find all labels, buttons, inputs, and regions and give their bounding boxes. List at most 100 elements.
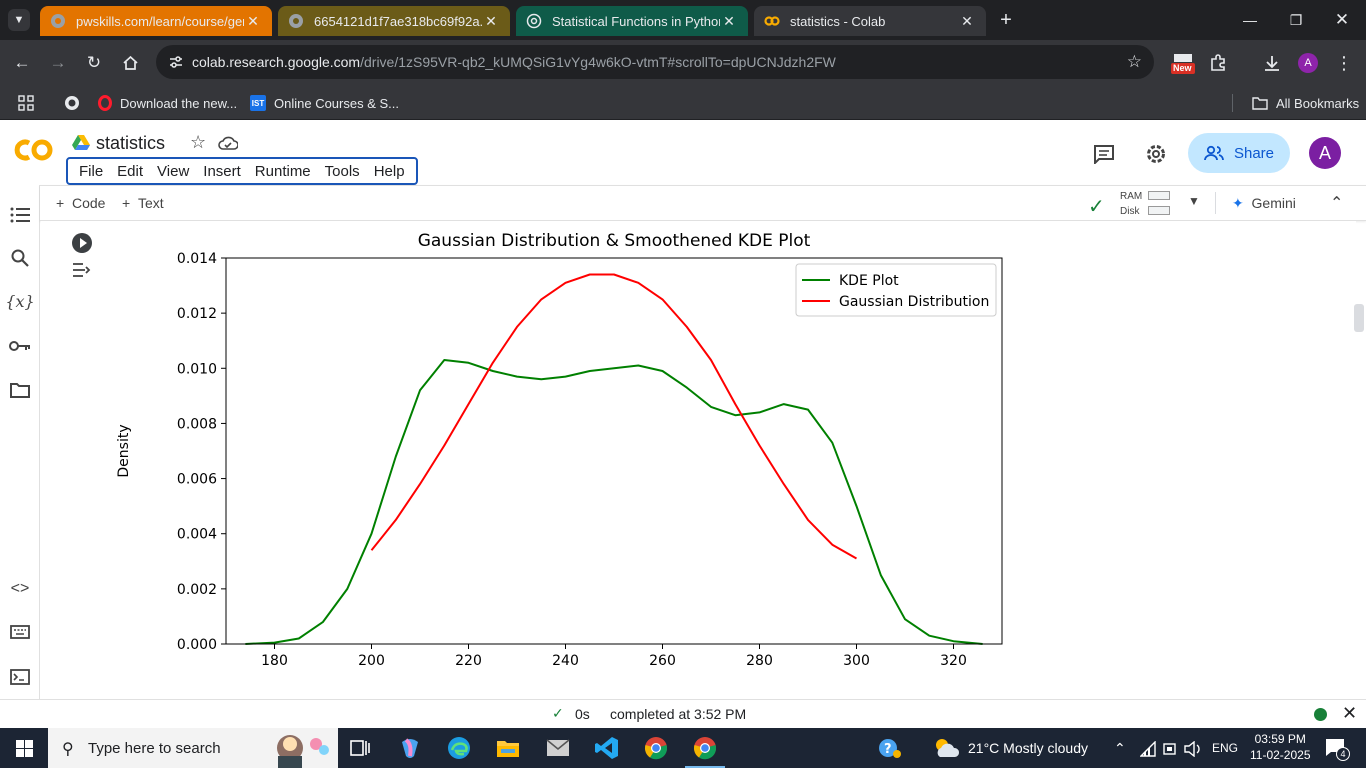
close-tab-icon[interactable]: ✕ (482, 13, 500, 30)
menu-file[interactable]: File (72, 163, 110, 180)
output-options-icon[interactable] (71, 261, 93, 279)
run-cell-button[interactable] (72, 233, 92, 253)
colab-header: statistics ☆ File Edit View Insert Runti… (0, 121, 1366, 185)
volume-icon[interactable] (1184, 741, 1202, 757)
ist-logo-icon: IST (250, 95, 266, 111)
execution-status[interactable]: completed at 3:52 PM (610, 706, 746, 722)
back-button[interactable]: ← (10, 51, 34, 75)
chrome-active-taskbar-button[interactable] (685, 734, 725, 768)
clock-date: 11-02-2025 (1250, 748, 1311, 762)
svg-text:?: ? (884, 742, 892, 757)
weather-tray-button[interactable] (932, 734, 960, 762)
mail-taskbar-button[interactable] (544, 734, 572, 762)
add-code-cell-button[interactable]: + Code (56, 195, 105, 211)
file-explorer-taskbar-button[interactable] (494, 734, 522, 762)
close-window-button[interactable]: ✕ (1330, 8, 1354, 32)
menu-help[interactable]: Help (367, 163, 412, 180)
terminal-button[interactable] (8, 665, 32, 689)
code-snippets-button[interactable]: <> (8, 577, 32, 601)
close-tab-icon[interactable]: ✕ (958, 13, 976, 30)
execution-check-icon: ✓ (552, 705, 564, 721)
bookmark-star-icon[interactable]: ☆ (1127, 52, 1142, 72)
notifications-button[interactable]: 4 (1322, 734, 1350, 762)
variables-button[interactable]: {𝑥} (5, 289, 34, 313)
reload-button[interactable]: ↻ (82, 51, 106, 75)
close-tab-icon[interactable]: ✕ (720, 13, 738, 30)
windows-start-icon[interactable] (16, 740, 33, 757)
taskbar-search[interactable]: ⚲ Type here to search (48, 728, 338, 768)
all-bookmarks-label: All Bookmarks (1276, 95, 1360, 111)
settings-button[interactable] (1143, 141, 1169, 167)
copilot-taskbar-button[interactable] (396, 734, 424, 762)
new-badge: New (1173, 63, 1192, 73)
comments-button[interactable] (1091, 141, 1117, 167)
command-palette-button[interactable] (8, 620, 32, 644)
add-text-cell-button[interactable]: + Text (122, 195, 164, 211)
tab-pwskills[interactable]: pwskills.com/learn/course/gena ✕ (40, 6, 272, 36)
menu-insert[interactable]: Insert (196, 163, 248, 180)
cloud-saved-icon[interactable] (218, 135, 238, 151)
account-avatar[interactable]: A (1309, 137, 1341, 169)
address-bar[interactable]: colab.research.google.com/drive/1zS95VR-… (156, 45, 1154, 79)
share-button[interactable]: Share (1188, 133, 1290, 173)
tab-statistical-functions[interactable]: Statistical Functions in Python ✕ (516, 6, 748, 36)
task-view-button[interactable] (346, 734, 374, 762)
minimize-button[interactable]: — (1238, 8, 1262, 32)
downloads-button[interactable] (1260, 51, 1284, 75)
star-notebook-icon[interactable]: ☆ (190, 132, 206, 153)
colab-icon (764, 16, 780, 26)
weather-text[interactable]: 21°C Mostly cloudy (968, 740, 1088, 756)
menu-tools[interactable]: Tools (318, 163, 367, 180)
menu-edit[interactable]: Edit (110, 163, 150, 180)
show-hidden-icons-button[interactable]: ⌃ (1114, 740, 1126, 757)
forward-button[interactable]: → (46, 51, 70, 75)
tab-pdf[interactable]: 6654121d1f7ae318bc69f92a.pd ✕ (278, 6, 510, 36)
extensions-button[interactable] (1206, 51, 1230, 75)
menu-view[interactable]: View (150, 163, 196, 180)
runtime-options-dropdown[interactable]: ▼ (1188, 194, 1200, 208)
restore-button[interactable]: ❐ (1284, 8, 1308, 32)
files-button[interactable] (8, 378, 32, 402)
bookmark-globe[interactable] (64, 93, 80, 113)
notebook-title[interactable]: statistics (96, 133, 165, 154)
gemini-button[interactable]: ✦ Gemini (1232, 195, 1296, 212)
extension-new-button[interactable]: New (1170, 51, 1196, 75)
colab-logo-icon[interactable] (12, 135, 56, 165)
table-of-contents-button[interactable] (8, 203, 32, 227)
bookmark-opera-download[interactable]: Download the new... (98, 93, 237, 113)
search-button[interactable] (8, 246, 32, 270)
menu-runtime[interactable]: Runtime (248, 163, 318, 180)
network-icon[interactable] (1140, 741, 1156, 757)
apps-button[interactable] (18, 93, 34, 113)
collapse-header-button[interactable]: ⌃ (1330, 193, 1343, 213)
series-line-0 (245, 359, 983, 645)
connected-check-icon[interactable]: ✓ (1088, 194, 1105, 219)
runtime-status-dot[interactable] (1314, 708, 1327, 721)
home-button[interactable] (118, 51, 142, 75)
resource-monitor[interactable]: RAM Disk (1120, 189, 1142, 219)
tab-search-button[interactable]: ▼ (8, 9, 30, 31)
tab-statistics-colab[interactable]: statistics - Colab ✕ (754, 6, 986, 36)
profile-button[interactable]: A (1296, 51, 1320, 75)
input-language[interactable]: ENG (1212, 741, 1238, 755)
vscode-taskbar-button[interactable] (593, 734, 621, 762)
search-highlight-icon[interactable] (268, 728, 332, 768)
new-tab-button[interactable]: + (994, 8, 1018, 32)
google-drive-icon[interactable] (72, 135, 90, 151)
all-bookmarks-button[interactable]: All Bookmarks (1252, 93, 1359, 113)
battery-icon[interactable] (1162, 741, 1178, 757)
x-tick-label-2: 220 (455, 653, 482, 669)
bookmark-online-courses[interactable]: IST Online Courses & S... (250, 93, 399, 113)
edge-taskbar-button[interactable] (445, 734, 473, 762)
chrome-taskbar-button[interactable] (642, 734, 670, 762)
clock[interactable]: 03:59 PM 11-02-2025 (1250, 731, 1311, 763)
close-status-icon[interactable]: ✕ (1342, 703, 1357, 724)
close-tab-icon[interactable]: ✕ (244, 13, 262, 30)
secrets-button[interactable] (8, 334, 32, 358)
vertical-scrollbar[interactable] (1354, 304, 1364, 332)
site-info-icon[interactable] (168, 54, 184, 70)
play-icon (80, 238, 87, 248)
browser-tab-strip: ▼ pwskills.com/learn/course/gena ✕ 66541… (0, 0, 1366, 40)
help-tray-button[interactable]: ? (876, 734, 904, 762)
chrome-menu-button[interactable]: ⋮ (1332, 51, 1356, 75)
